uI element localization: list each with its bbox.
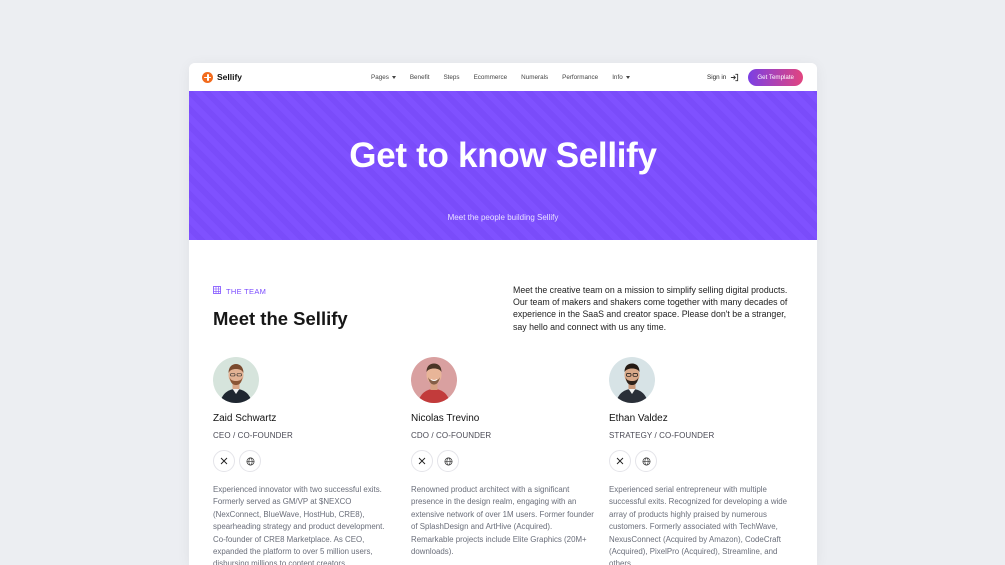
team-section: THE TEAM Meet the Sellify Meet the creat…: [189, 240, 817, 565]
nav-item-label: Numerals: [521, 73, 549, 81]
x-twitter-link[interactable]: [609, 450, 631, 472]
hero-banner: Get to know Sellify Meet the people buil…: [189, 91, 817, 240]
globe-icon: [444, 457, 452, 465]
member-name: Nicolas Trevino: [411, 413, 480, 424]
member-name: Zaid Schwartz: [213, 413, 277, 424]
team-member-card: Ethan Valdez STRATEGY / CO-FOUNDER Exper…: [609, 357, 794, 565]
chevron-down-icon: [625, 75, 630, 79]
team-grid-icon: [213, 286, 221, 296]
eyebrow-label: THE TEAM: [226, 286, 267, 296]
sellify-logo-icon: [202, 71, 213, 83]
nav-actions: Sign in Get Template: [707, 68, 803, 86]
member-name: Ethan Valdez: [609, 413, 668, 424]
team-intro: Meet the creative team on a mission to s…: [513, 285, 788, 332]
website-link[interactable]: [635, 450, 657, 472]
globe-icon: [246, 457, 254, 465]
member-socials: [411, 450, 459, 472]
website-link[interactable]: [239, 450, 261, 472]
x-icon: [616, 457, 624, 465]
hero-subtitle: Meet the people building Sellify: [447, 213, 559, 222]
get-template-button[interactable]: Get Template: [748, 68, 803, 86]
nav-item-label: Pages: [371, 73, 389, 81]
nav-item-label: Info: [612, 73, 623, 81]
team-member-card: Zaid Schwartz CEO / CO-FOUNDER Experienc…: [213, 357, 398, 565]
nav-item-performance[interactable]: Performance: [562, 74, 598, 81]
nav-item-numerals[interactable]: Numerals: [521, 74, 548, 81]
avatar: [213, 357, 259, 403]
hero-title: Get to know Sellify: [349, 136, 657, 175]
top-navbar: Sellify Pages Benefit Steps Ecommerce Nu…: [189, 63, 817, 91]
nav-item-label: Benefit: [409, 73, 430, 81]
nav-item-label: Performance: [562, 73, 599, 81]
x-icon: [220, 457, 228, 465]
x-twitter-link[interactable]: [213, 450, 235, 472]
member-socials: [213, 450, 261, 472]
brand[interactable]: Sellify: [202, 71, 243, 83]
member-socials: [609, 450, 657, 472]
nav-item-steps[interactable]: Steps: [443, 74, 459, 81]
globe-icon: [642, 457, 650, 465]
browser-window: Sellify Pages Benefit Steps Ecommerce Nu…: [189, 63, 817, 565]
sign-in-link[interactable]: Sign in: [707, 73, 739, 82]
member-bio: Renowned product architect with a signif…: [411, 485, 594, 557]
sign-in-label: Sign in: [707, 73, 727, 81]
section-title: Meet the Sellify: [213, 308, 348, 329]
nav-item-pages[interactable]: Pages: [371, 74, 396, 81]
avatar: [609, 357, 655, 403]
member-bio: Experienced serial entrepreneur with mul…: [609, 485, 788, 565]
avatar: [411, 357, 457, 403]
member-role: CEO / CO-FOUNDER: [213, 431, 293, 440]
nav-item-info[interactable]: Info: [612, 74, 630, 81]
nav-item-benefit[interactable]: Benefit: [410, 74, 430, 81]
member-role: CDO / CO-FOUNDER: [411, 431, 492, 440]
member-role: STRATEGY / CO-FOUNDER: [609, 431, 715, 440]
team-member-card: Nicolas Trevino CDO / CO-FOUNDER Renowne…: [411, 357, 596, 556]
chevron-down-icon: [391, 75, 396, 79]
sign-in-icon: [730, 73, 739, 82]
nav-item-ecommerce[interactable]: Ecommerce: [474, 74, 508, 81]
x-twitter-link[interactable]: [411, 450, 433, 472]
x-icon: [418, 457, 426, 465]
member-bio: Experienced innovator with two successfu…: [213, 485, 385, 565]
nav-menu: Pages Benefit Steps Ecommerce Numerals P…: [371, 63, 630, 91]
website-link[interactable]: [437, 450, 459, 472]
section-eyebrow: THE TEAM: [213, 286, 266, 296]
nav-item-label: Ecommerce: [473, 73, 508, 81]
brand-name: Sellify: [217, 72, 243, 82]
nav-item-label: Steps: [443, 73, 460, 81]
